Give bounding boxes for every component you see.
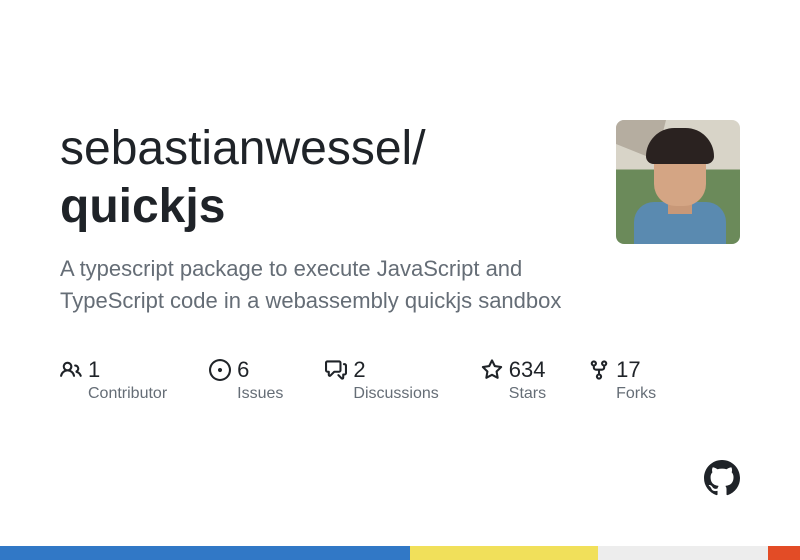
repo-title: sebastianwessel/ quickjs xyxy=(60,120,590,235)
stat-contributors[interactable]: 1 Contributor xyxy=(60,357,167,403)
lang-html xyxy=(768,546,800,560)
contributors-label: Contributor xyxy=(88,385,167,403)
people-icon xyxy=(60,359,82,381)
lang-typescript xyxy=(0,546,410,560)
forks-count: 17 xyxy=(616,357,640,383)
issues-label: Issues xyxy=(237,385,283,403)
title-separator: / xyxy=(412,122,425,175)
language-bar xyxy=(0,546,800,560)
repo-name[interactable]: quickjs xyxy=(60,180,225,233)
repo-description: A typescript package to execute JavaScri… xyxy=(60,253,600,317)
stars-count: 634 xyxy=(509,357,546,383)
discussions-count: 2 xyxy=(353,357,365,383)
issue-opened-icon xyxy=(209,359,231,381)
forks-label: Forks xyxy=(616,385,656,403)
repo-owner[interactable]: sebastianwessel xyxy=(60,122,412,175)
lang-other xyxy=(598,546,768,560)
stat-discussions[interactable]: 2 Discussions xyxy=(325,357,438,403)
owner-avatar[interactable] xyxy=(616,120,740,244)
stat-stars[interactable]: 634 Stars xyxy=(481,357,546,403)
star-icon xyxy=(481,359,503,381)
stars-label: Stars xyxy=(509,385,546,403)
repo-forked-icon xyxy=(588,359,610,381)
github-logo-icon[interactable] xyxy=(704,460,740,496)
comment-discussion-icon xyxy=(325,359,347,381)
issues-count: 6 xyxy=(237,357,249,383)
stat-forks[interactable]: 17 Forks xyxy=(588,357,656,403)
lang-javascript xyxy=(410,546,598,560)
discussions-label: Discussions xyxy=(353,385,438,403)
contributors-count: 1 xyxy=(88,357,100,383)
stats-row: 1 Contributor 6 Issues 2 Discussions xyxy=(60,357,740,403)
stat-issues[interactable]: 6 Issues xyxy=(209,357,283,403)
